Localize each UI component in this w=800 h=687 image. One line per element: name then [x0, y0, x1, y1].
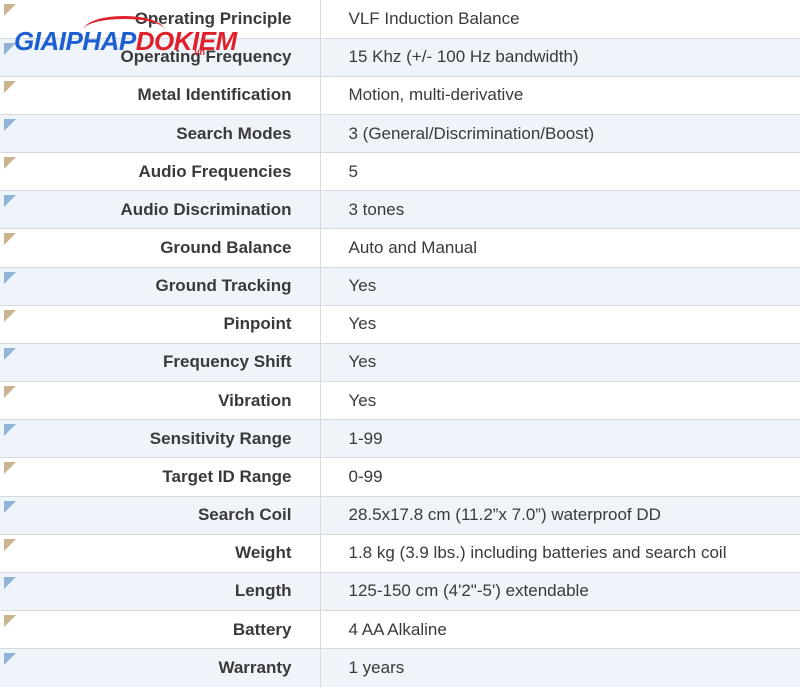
spec-value: 15 Khz (+/- 100 Hz bandwidth) [320, 38, 800, 77]
corner-marker-icon [4, 386, 16, 399]
spec-value: Yes [320, 343, 800, 383]
spec-row-sensitivity-range: Sensitivity Range 1-99 [0, 419, 800, 459]
spec-row-metal-identification: Metal Identification Motion, multi-deriv… [0, 76, 800, 115]
spec-label: Warranty [0, 648, 321, 687]
corner-marker-icon [4, 615, 16, 627]
spec-row-pinpoint: Pinpoint Yes [0, 305, 800, 344]
spec-label: Search Coil [0, 496, 321, 535]
spec-value: VLF Induction Balance [320, 0, 800, 39]
spec-label: Sensitivity Range [0, 419, 321, 459]
spec-value: 3 tones [320, 190, 800, 230]
spec-label-text: Length [234, 581, 292, 601]
spec-row-operating-frequency: Operating Frequency 15 Khz (+/- 100 Hz b… [0, 38, 800, 77]
spec-value: Yes [320, 381, 800, 421]
corner-marker-icon [4, 576, 16, 589]
spec-label: Ground Balance [0, 228, 321, 268]
spec-label: Length [0, 572, 321, 612]
corner-marker-icon [4, 538, 16, 551]
spec-label: Vibration [0, 381, 321, 421]
spec-label-text: Operating Principle [134, 8, 292, 28]
spec-label: Pinpoint [0, 305, 321, 344]
spec-value: Motion, multi-derivative [320, 76, 800, 115]
spec-label-text: Search Modes [176, 123, 292, 143]
corner-marker-icon [4, 653, 16, 666]
spec-row-audio-frequencies: Audio Frequencies 5 [0, 152, 800, 192]
spec-label-text: Frequency Shift [163, 352, 292, 372]
corner-marker-icon [4, 80, 16, 93]
spec-row-warranty: Warranty 1 years [0, 648, 800, 687]
spec-row-search-coil: Search Coil 28.5x17.8 cm (11.2”x 7.0”) w… [0, 496, 800, 535]
spec-label-text: Battery [232, 619, 292, 639]
spec-value: 3 (General/Discrimination/Boost) [320, 114, 800, 154]
spec-label-text: Operating Frequency [120, 47, 292, 67]
corner-marker-icon [4, 347, 16, 360]
spec-label-text: Search Coil [197, 505, 292, 525]
spec-label-text: Sensitivity Range [149, 428, 292, 448]
spec-row-audio-discrimination: Audio Discrimination 3 tones [0, 190, 800, 230]
spec-label: Frequency Shift [0, 343, 321, 383]
spec-table: Operating Principle VLF Induction Balanc… [0, 0, 800, 687]
spec-label-text: Warranty [218, 658, 292, 678]
spec-label: Metal Identification [0, 76, 321, 115]
spec-label: Battery [0, 610, 321, 650]
corner-marker-icon [4, 309, 16, 322]
spec-value: Yes [320, 305, 800, 344]
spec-value: 1.8 kg (3.9 lbs.) including batteries an… [320, 534, 800, 573]
spec-value: 0-99 [320, 457, 800, 497]
spec-value: 125-150 cm (4'2"-5') extendable [320, 572, 800, 612]
spec-row-vibration: Vibration Yes [0, 381, 800, 421]
spec-label-text: Audio Discrimination [120, 199, 292, 219]
spec-label: Target ID Range [0, 457, 321, 497]
spec-label: Audio Discrimination [0, 190, 321, 230]
spec-label-text: Target ID Range [162, 466, 292, 486]
corner-marker-icon [4, 271, 16, 284]
spec-value: 5 [320, 152, 800, 192]
corner-marker-icon [4, 42, 16, 55]
spec-label: Operating Principle [0, 0, 321, 39]
spec-label: Audio Frequencies [0, 152, 321, 192]
spec-label-text: Ground Tracking [155, 276, 292, 296]
spec-label-text: Vibration [218, 390, 292, 410]
spec-label: Operating Frequency [0, 38, 321, 77]
spec-value: Auto and Manual [320, 228, 800, 268]
spec-row-target-id-range: Target ID Range 0-99 [0, 457, 800, 497]
corner-marker-icon [4, 424, 16, 437]
spec-label: Search Modes [0, 114, 321, 154]
spec-row-weight: Weight 1.8 kg (3.9 lbs.) including batte… [0, 534, 800, 573]
spec-label-text: Pinpoint [223, 314, 292, 334]
spec-label: Ground Tracking [0, 267, 321, 306]
spec-row-ground-tracking: Ground Tracking Yes [0, 267, 800, 306]
spec-value: 1 years [320, 648, 800, 687]
spec-value: 4 AA Alkaline [320, 610, 800, 650]
spec-row-ground-balance: Ground Balance Auto and Manual [0, 228, 800, 268]
spec-row-battery: Battery 4 AA Alkaline [0, 610, 800, 650]
corner-marker-icon [4, 118, 16, 131]
corner-marker-icon [4, 4, 16, 16]
spec-row-operating-principle: Operating Principle VLF Induction Balanc… [0, 0, 800, 39]
spec-label-text: Audio Frequencies [138, 161, 292, 181]
spec-label-text: Metal Identification [137, 85, 292, 105]
spec-row-length: Length 125-150 cm (4'2"-5') extendable [0, 572, 800, 612]
spec-row-frequency-shift: Frequency Shift Yes [0, 343, 800, 383]
spec-label-text: Weight [235, 543, 292, 563]
corner-marker-icon [4, 195, 16, 208]
corner-marker-icon [4, 462, 16, 475]
spec-label: Weight [0, 534, 321, 573]
spec-row-search-modes: Search Modes 3 (General/Discrimination/B… [0, 114, 800, 154]
spec-value: Yes [320, 267, 800, 306]
spec-value: 28.5x17.8 cm (11.2”x 7.0”) waterproof DD [320, 496, 800, 535]
spec-label-text: Ground Balance [160, 238, 292, 258]
corner-marker-icon [4, 500, 16, 513]
spec-value: 1-99 [320, 419, 800, 459]
corner-marker-icon [4, 157, 16, 170]
corner-marker-icon [4, 233, 16, 246]
